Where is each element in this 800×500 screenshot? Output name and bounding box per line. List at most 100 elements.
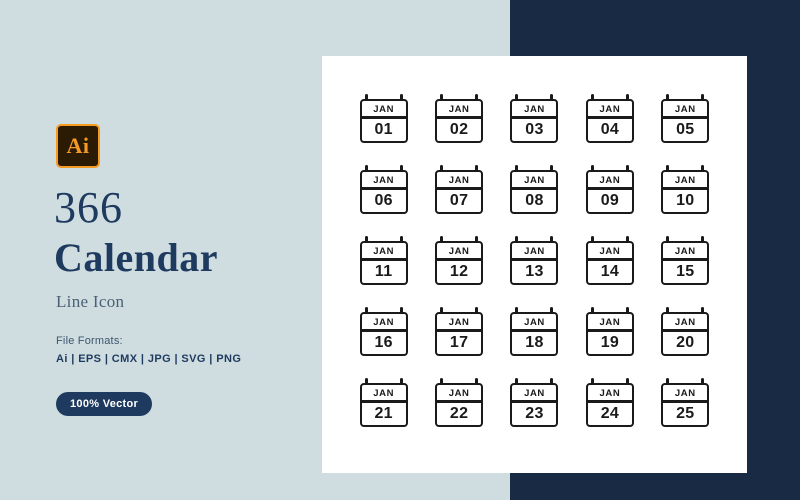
calendar-month-label: JAN [599,317,621,328]
calendar-day-label: 05 [676,120,695,138]
calendar-day-label: 25 [676,404,695,422]
calendar-body: JAN 16 [359,312,408,356]
calendar-day-label: 14 [600,262,620,280]
calendar-month-label: JAN [674,104,696,115]
calendar-month-label: JAN [599,104,621,115]
calendar-body: JAN 12 [435,241,484,285]
calendar-month-label: JAN [448,175,470,186]
preview-page: Ai 366 Calendar Line Icon File Formats: … [0,0,800,500]
calendar-icon: JAN 22 [431,378,487,428]
calendar-icon: JAN 04 [582,94,638,144]
calendar-icon: JAN 09 [582,165,638,215]
calendar-day-label: 12 [449,262,469,280]
calendar-month-label: JAN [448,317,470,328]
calendar-month-label: JAN [373,317,395,328]
calendar-day-label: 21 [374,404,393,422]
file-formats-list: Ai | EPS | CMX | JPG | SVG | PNG [56,353,242,365]
calendar-day-label: 17 [449,333,469,351]
calendar-body: JAN 24 [585,383,634,427]
calendar-body: JAN 17 [435,312,484,356]
calendar-day-label: 08 [525,191,544,209]
calendar-icon: JAN 24 [582,378,638,428]
calendar-icon: JAN 13 [506,236,562,286]
calendar-body: JAN 20 [661,312,710,356]
calendar-month-label: JAN [524,388,545,399]
calendar-body: JAN 02 [435,99,484,143]
calendar-body: JAN 21 [359,383,408,427]
page-title: Calendar [54,235,218,280]
calendar-icon: JAN 12 [431,236,487,286]
calendar-body: JAN 25 [661,383,710,427]
calendar-icon: JAN 02 [431,94,487,144]
calendar-month-label: JAN [674,317,696,328]
calendar-day-label: 20 [676,333,695,351]
calendar-day-label: 24 [600,404,620,422]
calendar-icon: JAN 01 [356,94,412,144]
calendar-month-label: JAN [448,104,470,115]
calendar-icon: JAN 25 [657,378,713,428]
calendar-body: JAN 18 [510,312,559,356]
calendar-month-label: JAN [373,175,395,186]
calendar-icon: JAN 07 [431,165,487,215]
calendar-icon: JAN 21 [356,378,412,428]
calendar-icon: JAN 10 [657,165,713,215]
calendar-day-label: 16 [374,333,393,351]
icon-preview-card: JAN 01 JAN 02 JAN 03 JAN 04 JAN 05 JAN 06 JAN 07 JAN 08… [322,56,747,473]
calendar-icon: JAN 11 [356,236,412,286]
calendar-month-label: JAN [373,246,395,257]
calendar-month-label: JAN [599,388,621,399]
calendar-icon: JAN 19 [582,307,638,357]
adobe-illustrator-badge-label: Ai [66,133,90,158]
calendar-icon: JAN 20 [657,307,713,357]
calendar-day-label: 09 [600,191,620,209]
calendar-day-label: 01 [374,120,393,138]
calendar-icon: JAN 03 [506,94,562,144]
calendar-day-label: 10 [676,191,695,209]
calendar-day-label: 02 [449,120,469,138]
calendar-body: JAN 14 [585,241,634,285]
calendar-month-label: JAN [524,246,545,257]
calendar-icon: JAN 23 [506,378,562,428]
calendar-month-label: JAN [373,104,395,115]
calendar-day-label: 13 [525,262,544,280]
calendar-month-label: JAN [448,246,470,257]
icon-count: 366 [54,183,123,232]
calendar-day-label: 23 [525,404,544,422]
calendar-month-label: JAN [524,104,545,115]
calendar-body: JAN 09 [585,170,634,214]
calendar-body: JAN 23 [510,383,559,427]
calendar-icon: JAN 14 [582,236,638,286]
calendar-body: JAN 01 [359,99,408,143]
calendar-month-label: JAN [373,388,395,399]
calendar-month-label: JAN [674,388,696,399]
calendar-day-label: 03 [525,120,544,138]
calendar-body: JAN 05 [661,99,710,143]
calendar-body: JAN 22 [435,383,484,427]
calendar-body: JAN 19 [585,312,634,356]
calendar-month-label: JAN [448,388,470,399]
vector-badge-label: 100% Vector [70,398,139,410]
calendar-icon: JAN 06 [356,165,412,215]
calendar-body: JAN 10 [661,170,710,214]
calendar-month-label: JAN [524,175,545,186]
calendar-body: JAN 11 [359,241,408,285]
calendar-body: JAN 06 [359,170,408,214]
adobe-illustrator-badge: Ai [56,124,100,168]
calendar-day-label: 04 [600,120,620,138]
calendar-day-label: 18 [525,333,544,351]
calendar-icon: JAN 08 [506,165,562,215]
calendar-day-label: 19 [600,333,620,351]
calendar-day-label: 11 [374,262,393,280]
calendar-month-label: JAN [599,175,621,186]
calendar-month-label: JAN [674,246,696,257]
calendar-month-label: JAN [524,317,545,328]
calendar-body: JAN 13 [510,241,559,285]
calendar-month-label: JAN [599,246,621,257]
calendar-day-label: 15 [676,262,695,280]
calendar-day-label: 06 [374,191,393,209]
vector-badge: 100% Vector [56,392,153,416]
calendar-icon: JAN 18 [506,307,562,357]
calendar-icon-grid: JAN 01 JAN 02 JAN 03 JAN 04 JAN 05 JAN 06 JAN 07 JAN 08… [346,94,723,428]
calendar-day-label: 22 [449,404,469,422]
calendar-icon: JAN 16 [356,307,412,357]
